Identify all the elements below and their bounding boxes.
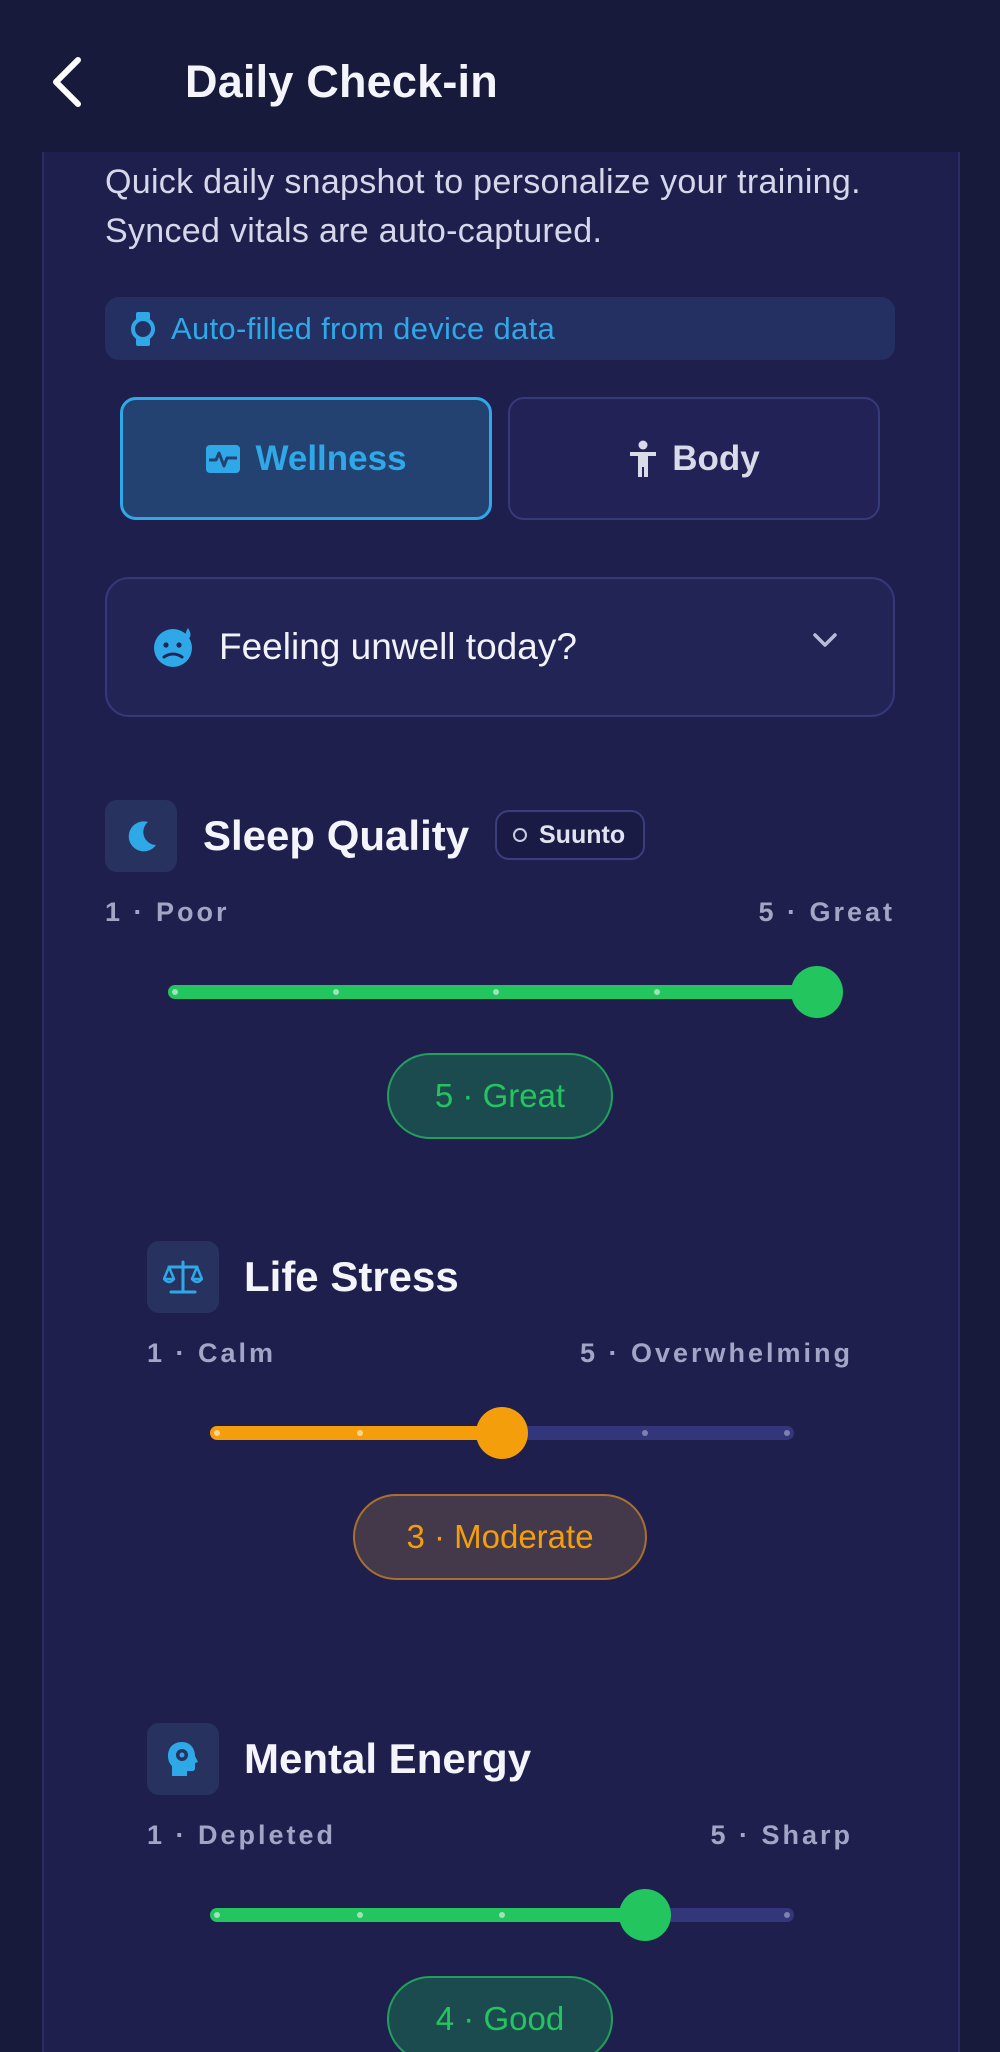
slider-tick <box>653 989 660 995</box>
slider-tick <box>214 1912 220 1918</box>
slider-tick <box>356 1912 363 1918</box>
slider-handle[interactable] <box>618 1889 671 1941</box>
stress-value-badge: 3 · Moderate <box>353 1494 647 1580</box>
energy-icon-box <box>147 1723 219 1795</box>
stress-icon-box <box>147 1241 219 1313</box>
watch-icon <box>131 311 155 346</box>
energy-value-badge: 4 · Good <box>387 1976 613 2052</box>
slider-tick <box>493 989 499 995</box>
slider-tick <box>172 989 178 995</box>
slider-tick <box>784 1912 790 1918</box>
sleep-value-badge: 5 · Great <box>387 1053 613 1139</box>
source-badge-suunto: Suunto <box>495 810 645 860</box>
stress-min-label: 1 · Calm <box>147 1338 277 1368</box>
sleep-min-label: 1 · Poor <box>105 897 230 927</box>
person-icon <box>630 440 657 477</box>
tab-body[interactable]: Body <box>508 397 880 520</box>
slider-tick <box>214 1430 220 1436</box>
sick-face-icon <box>154 628 192 667</box>
autofill-banner: Auto-filled from device data <box>105 297 895 360</box>
source-label: Suunto <box>539 820 626 849</box>
autofill-text: Auto-filled from device data <box>171 310 556 346</box>
chevron-left-icon <box>53 57 81 107</box>
mental-energy-slider[interactable] <box>210 1889 794 1941</box>
app-header: Daily Check-in <box>0 0 1000 152</box>
head-gear-icon <box>168 1742 198 1776</box>
energy-min-label: 1 · Depleted <box>147 1820 337 1850</box>
stress-max-label: 5 · Overwhelming <box>579 1338 853 1368</box>
slider-fill <box>168 985 831 999</box>
moon-icon <box>128 821 156 852</box>
feeling-unwell-label: Feeling unwell today? <box>219 626 577 667</box>
slider-tick <box>641 1430 648 1436</box>
feeling-unwell-dropdown[interactable]: Feeling unwell today? <box>105 577 895 717</box>
slider-handle[interactable] <box>476 1407 528 1459</box>
sleep-quality-title: Sleep Quality <box>203 812 470 859</box>
tab-body-label: Body <box>672 438 760 478</box>
back-button[interactable] <box>50 50 114 114</box>
slider-tick <box>499 1912 505 1918</box>
sleep-quality-slider[interactable] <box>168 966 843 1018</box>
slider-tick <box>784 1430 790 1436</box>
life-stress-title: Life Stress <box>244 1253 459 1300</box>
life-stress-slider[interactable] <box>210 1407 794 1459</box>
heart-monitor-icon <box>206 444 241 473</box>
slider-tick <box>356 1430 363 1436</box>
page-title: Daily Check-in <box>185 56 498 107</box>
slider-handle[interactable] <box>791 966 843 1018</box>
chevron-down-icon <box>813 633 837 647</box>
tab-wellness-label: Wellness <box>255 438 407 478</box>
energy-max-label: 5 · Sharp <box>710 1820 853 1850</box>
intro-text: Quick daily snapshot to personalize your… <box>105 163 861 250</box>
mental-energy-title: Mental Energy <box>244 1735 532 1782</box>
source-dot-icon <box>513 828 527 842</box>
sleep-max-label: 5 · Great <box>758 897 895 927</box>
scale-icon <box>163 1260 203 1294</box>
tab-wellness[interactable]: Wellness <box>120 397 492 520</box>
sleep-icon-box <box>105 800 177 872</box>
slider-tick <box>332 989 339 995</box>
slider-fill <box>210 1908 655 1922</box>
